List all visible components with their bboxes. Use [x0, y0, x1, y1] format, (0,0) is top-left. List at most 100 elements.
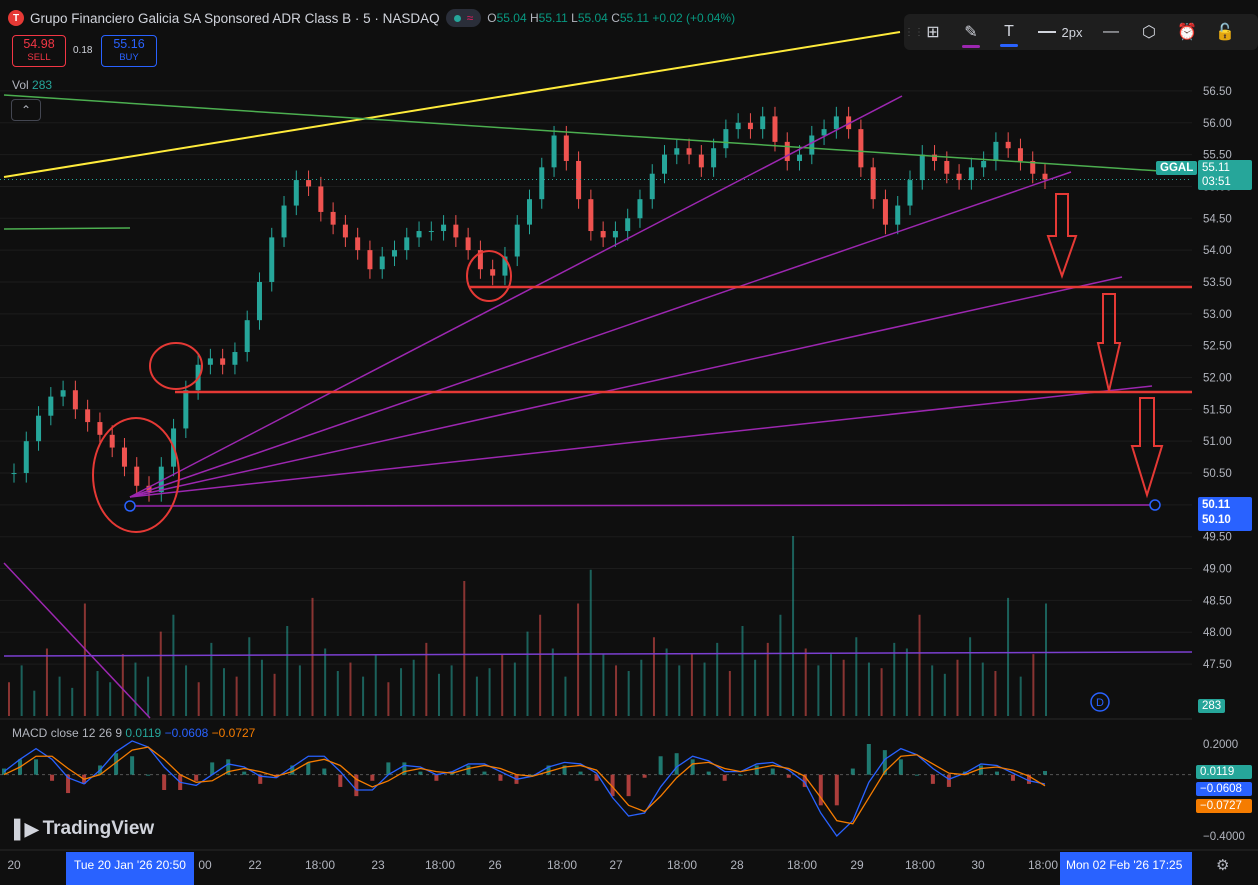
text-icon[interactable]: T [990, 23, 1028, 47]
volume-legend[interactable]: Vol 283 [12, 78, 52, 92]
volume-bar [855, 637, 858, 716]
drawings[interactable]: D [3, 31, 1258, 719]
volume-bar [943, 673, 946, 716]
buy-button[interactable]: 55.16 BUY [101, 35, 157, 67]
price-candle-body [1005, 141, 1011, 149]
chart-canvas[interactable]: D 56.5056.0055.5055.0054.5054.0053.5053.… [0, 0, 1258, 885]
status-pill[interactable]: ≈ [445, 9, 482, 27]
line-handle[interactable] [124, 500, 136, 512]
price-candle-body [183, 390, 189, 429]
price-candle-body [527, 199, 532, 225]
price-candle-body [600, 231, 606, 238]
volume-bar [109, 682, 112, 716]
brush-icon[interactable]: ✎ [952, 22, 990, 48]
purple-fan-1[interactable] [129, 95, 903, 498]
lock-icon[interactable]: 🔓 [1206, 22, 1244, 42]
line-width-select[interactable]: 2px [1028, 25, 1092, 40]
purple-level-line[interactable] [3, 651, 1193, 657]
gear-icon[interactable]: ⚙ [1216, 856, 1229, 874]
price-tick-label: 49.50 [1203, 532, 1232, 544]
volume-bar [640, 659, 643, 716]
symbol-header: T Grupo Financiero Galicia SA Sponsored … [8, 9, 735, 27]
red-circle-marker[interactable] [149, 342, 203, 390]
symbol-price-tag: GGAL [1156, 161, 1198, 175]
price-candle-body [870, 167, 876, 200]
price-candle-body [760, 116, 766, 130]
volume-bar [33, 690, 36, 716]
purple-diagonal-line[interactable] [3, 562, 151, 719]
volume-bar [1032, 654, 1035, 716]
sell-button[interactable]: 54.98 SELL [12, 35, 66, 67]
open-value: 55.04 [496, 11, 527, 25]
macd-line-tag: −0.0608 [1196, 782, 1252, 796]
volume-bar [58, 676, 61, 716]
sell-price: 54.98 [23, 37, 55, 51]
price-candle-body [256, 281, 262, 321]
alarm-clock-icon[interactable]: ⏰ [1168, 22, 1206, 42]
volume-bar [551, 648, 554, 716]
price-candle-body [428, 231, 434, 233]
price-candle-body [244, 320, 250, 353]
price-candle-body [993, 141, 999, 161]
purple-horizontal-line[interactable] [129, 504, 1156, 507]
price-candle-body [907, 180, 913, 206]
price-candle-body [1017, 148, 1023, 161]
grip-icon[interactable]: ⋮⋮ [904, 27, 924, 38]
red-down-arrow[interactable] [1096, 293, 1122, 392]
price-candle-body [490, 269, 496, 276]
macd-histogram-bar [834, 774, 839, 806]
tradingview-logo: ▌▶ TradingView [14, 818, 154, 840]
volume-bar [210, 642, 213, 716]
price-candle-body [342, 224, 348, 238]
high-value: 55.11 [538, 11, 568, 25]
layout-icon[interactable]: ⊞ [914, 22, 952, 42]
symbol-title[interactable]: Grupo Financiero Galicia SA Sponsored AD… [30, 11, 440, 26]
macd-histogram-bar [690, 759, 695, 775]
green-short-line[interactable] [3, 227, 131, 230]
price-tick-label: 56.50 [1203, 86, 1232, 98]
line-handle[interactable] [1149, 499, 1161, 511]
red-down-arrow[interactable] [1130, 397, 1164, 499]
macd-histogram-bar [978, 765, 983, 775]
settings-hex-icon[interactable]: ⬡ [1130, 22, 1168, 42]
volume-bar [362, 676, 365, 716]
level-price-tag: 50.11 50.10 [1198, 497, 1252, 531]
price-axis[interactable]: 56.5056.0055.5055.0054.5054.0053.5053.00… [1192, 0, 1258, 850]
volume-bar [273, 673, 276, 716]
volume-bar [728, 671, 731, 716]
volume-bar [1019, 676, 1022, 716]
chevron-up-icon[interactable]: ⌃ [11, 99, 41, 121]
volume-bar [615, 665, 618, 716]
line-icon[interactable]: — [1092, 23, 1130, 41]
macd-histogram-bar [754, 765, 759, 775]
price-candle-body [293, 180, 299, 206]
volume-bar [830, 654, 833, 716]
volume-tag: 283 [1198, 699, 1226, 713]
macd-histogram-bar [466, 765, 471, 775]
macd-histogram-bar [706, 771, 711, 775]
volume-bar [956, 659, 959, 716]
green-trendline[interactable] [3, 94, 1191, 174]
crosshair-time-text: Tue 20 Jan '26 20:50 [74, 858, 186, 872]
red-circle-marker[interactable] [466, 250, 512, 302]
time-tick-label: 18:00 [1028, 858, 1058, 872]
volume-bar [185, 665, 188, 716]
macd-histogram-bar [930, 774, 935, 784]
price-candle-body [882, 199, 888, 225]
price-candle-body [981, 160, 987, 168]
time-axis[interactable]: 20 00 22 18:00 23 18:00 26 18:00 27 18:00 28 18:00 2… [0, 849, 1258, 885]
macd-histogram-bar [1043, 771, 1047, 775]
price-candle-body [367, 250, 373, 270]
purple-fan-2[interactable] [129, 171, 1072, 498]
price-candle-body [379, 256, 385, 270]
price-candle-body [416, 231, 422, 238]
volume-bar [121, 654, 124, 716]
price-tick-label: 49.00 [1203, 564, 1232, 576]
price-candle-body [453, 224, 459, 238]
macd-legend[interactable]: MACD close 12 26 9 0.0119 −0.0608 −0.072… [12, 726, 255, 740]
red-down-arrow[interactable] [1046, 193, 1078, 280]
macd-signal-line [3, 746, 1046, 825]
volume-bar [665, 648, 668, 716]
macd-histogram-bar [418, 771, 423, 775]
purple-fan-3[interactable] [129, 276, 1123, 498]
